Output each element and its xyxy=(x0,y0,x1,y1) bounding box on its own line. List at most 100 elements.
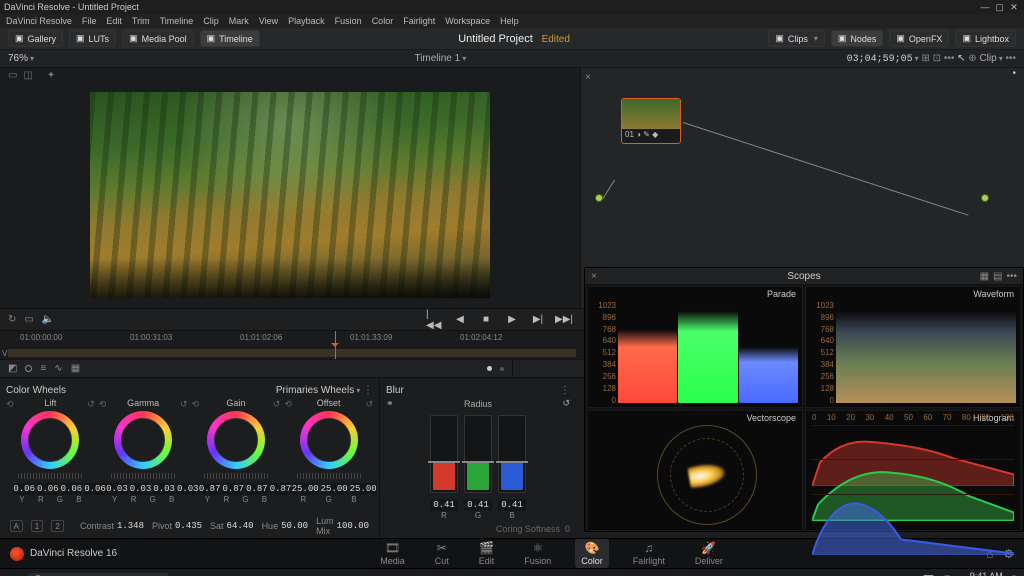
gallery-toggle[interactable]: ▣Gallery xyxy=(8,30,63,47)
lummix-field[interactable]: Lum Mix100.00 xyxy=(316,516,369,536)
contrast-field[interactable]: Contrast1.348 xyxy=(80,521,144,531)
curves-tab-icon[interactable]: ◩ xyxy=(8,363,17,374)
play-button[interactable]: ▶ xyxy=(504,313,520,327)
timecode-display[interactable]: 03;04;59;05 xyxy=(847,54,913,65)
menu-view[interactable]: View xyxy=(259,16,278,26)
menu-playback[interactable]: Playback xyxy=(288,16,325,26)
loop-icon[interactable]: ↻ xyxy=(8,314,16,325)
mute-icon[interactable]: 🔈 xyxy=(42,314,54,325)
window-minimize-icon[interactable]: — xyxy=(979,2,991,12)
menu-davinci-resolve[interactable]: DaVinci Resolve xyxy=(6,16,72,26)
playhead[interactable] xyxy=(335,331,336,359)
scopes-layout-icon[interactable]: ▦ xyxy=(980,271,989,282)
menu-edit[interactable]: Edit xyxy=(106,16,122,26)
page-tab-edit[interactable]: 🎬Edit xyxy=(473,539,501,568)
blur-bar-r[interactable] xyxy=(430,415,458,493)
scopes-panel[interactable]: × Scopes ▦ ▤ ••• Parade 1023896768640512… xyxy=(584,267,1024,532)
page-dot[interactable] xyxy=(500,367,504,371)
next-frame-button[interactable]: ▶| xyxy=(530,313,546,327)
reset-icon[interactable]: ↺ xyxy=(180,399,188,410)
blur-bar-b[interactable] xyxy=(498,415,526,493)
menu-mark[interactable]: Mark xyxy=(229,16,249,26)
page-tab-color[interactable]: 🎨Color xyxy=(575,539,609,568)
wheel-values[interactable]: 0.030.030.030.03 xyxy=(106,483,180,495)
reset-icon[interactable]: ⟲ xyxy=(192,399,200,410)
node-panel-close-icon[interactable]: × xyxy=(585,72,591,83)
wheel-values[interactable]: 0.060.060.060.06 xyxy=(13,483,87,495)
reset-icon[interactable]: ⟲ xyxy=(284,399,292,410)
master-wheel[interactable] xyxy=(18,473,82,479)
master-wheel[interactable] xyxy=(297,473,361,479)
viewer-more-icon[interactable]: ••• xyxy=(944,53,955,64)
stop-button[interactable]: ■ xyxy=(478,313,494,327)
master-wheel[interactable] xyxy=(111,473,175,479)
prev-frame-button[interactable]: ◀ xyxy=(452,313,468,327)
color-wheel[interactable] xyxy=(114,411,172,469)
timeline-selector[interactable]: Timeline 1▾ xyxy=(414,53,466,64)
viewer-option-icon[interactable]: ⊡ xyxy=(933,53,941,64)
pointer-tool-icon[interactable]: ↖ xyxy=(957,53,965,64)
mediapool-toggle[interactable]: ▣Media Pool xyxy=(122,30,194,47)
log-tab-icon[interactable]: ∿ xyxy=(54,363,62,374)
taskbar-time[interactable]: 9:41 AM xyxy=(958,572,1003,576)
luts-toggle[interactable]: ▣LUTs xyxy=(69,30,116,47)
primaries-tab-icon[interactable] xyxy=(25,365,32,372)
page-dot[interactable] xyxy=(487,366,492,371)
clips-toggle[interactable]: ▣Clips▾ xyxy=(768,30,825,47)
nodes-toggle[interactable]: ▣Nodes xyxy=(831,30,884,47)
sat-field[interactable]: Sat64.40 xyxy=(210,521,254,531)
node-output[interactable] xyxy=(981,194,989,202)
reset-icon[interactable]: ↺ xyxy=(562,398,570,409)
blur-bar-g[interactable] xyxy=(464,415,492,493)
scopes-layout-icon[interactable]: ▤ xyxy=(993,271,1002,282)
render-cache-icon[interactable]: ▭ xyxy=(24,314,33,325)
page-tab-fairlight[interactable]: ♫Fairlight xyxy=(627,539,671,568)
reset-icon[interactable]: ↺ xyxy=(365,399,373,410)
scopes-close-icon[interactable]: × xyxy=(591,271,597,282)
window-close-icon[interactable]: ✕ xyxy=(1008,2,1020,13)
reset-icon[interactable]: ⟲ xyxy=(99,399,107,410)
clip-dropdown[interactable]: Clip▾ xyxy=(979,53,1002,64)
timeline-clip[interactable] xyxy=(8,349,576,357)
menu-clip[interactable]: Clip xyxy=(203,16,219,26)
coring-softness-field[interactable]: Coring Softness 0 xyxy=(386,524,570,534)
page-1-button[interactable]: 1 xyxy=(31,520,44,532)
wheel-values[interactable]: 0.870.870.870.87 xyxy=(199,483,273,495)
menu-trim[interactable]: Trim xyxy=(132,16,150,26)
link-icon[interactable]: ⚭ xyxy=(386,398,394,409)
page-tab-fusion[interactable]: ⚛Fusion xyxy=(518,539,557,568)
window-maximize-icon[interactable]: ▢ xyxy=(993,2,1005,13)
node-options-icon[interactable]: ••• xyxy=(1005,53,1016,64)
viewer-canvas[interactable] xyxy=(0,82,580,308)
page-tab-media[interactable]: 🎞Media xyxy=(374,539,411,568)
openfx-toggle[interactable]: ▣OpenFX xyxy=(889,30,949,47)
menu-color[interactable]: Color xyxy=(372,16,394,26)
blur-options-icon[interactable]: ⋮ xyxy=(560,385,570,396)
start-button[interactable]: ⊞ xyxy=(4,571,24,576)
auto-balance-button[interactable]: A xyxy=(10,520,23,532)
primaries-mode-dropdown[interactable]: Primaries Wheels▾ ⋮ xyxy=(276,385,373,396)
bars-tab-icon[interactable]: ≡ xyxy=(40,363,46,374)
corrector-node[interactable]: 01 ◑ ✎ ◆ xyxy=(621,98,681,144)
menu-file[interactable]: File xyxy=(82,16,97,26)
zoom-level[interactable]: 76%▾ xyxy=(8,53,34,64)
timeline-toggle[interactable]: ▣Timeline xyxy=(200,30,260,47)
page-tab-deliver[interactable]: 🚀Deliver xyxy=(689,539,729,568)
page-2-button[interactable]: 2 xyxy=(51,520,64,532)
split-screen-icon[interactable]: ◫ xyxy=(23,70,32,81)
scopes-more-icon[interactable]: ••• xyxy=(1006,271,1017,282)
color-wheel[interactable] xyxy=(300,411,358,469)
hue-field[interactable]: Hue50.00 xyxy=(262,521,309,531)
reset-icon[interactable]: ↺ xyxy=(273,399,281,410)
wheel-values[interactable]: 25.0025.0025.00 xyxy=(292,483,366,495)
more-tab-icon[interactable]: ▦ xyxy=(71,363,80,374)
menu-fusion[interactable]: Fusion xyxy=(335,16,362,26)
viewer-option-icon[interactable]: ⊞ xyxy=(921,53,929,64)
lightbox-toggle[interactable]: ▣Lightbox xyxy=(955,30,1016,47)
page-tab-cut[interactable]: ✂Cut xyxy=(429,539,455,568)
highlight-icon[interactable]: ✦ xyxy=(47,70,55,81)
first-frame-button[interactable]: |◀◀ xyxy=(426,313,442,327)
color-wheel[interactable] xyxy=(21,411,79,469)
menu-workspace[interactable]: Workspace xyxy=(445,16,490,26)
pivot-field[interactable]: Pivot0.435 xyxy=(152,521,202,531)
